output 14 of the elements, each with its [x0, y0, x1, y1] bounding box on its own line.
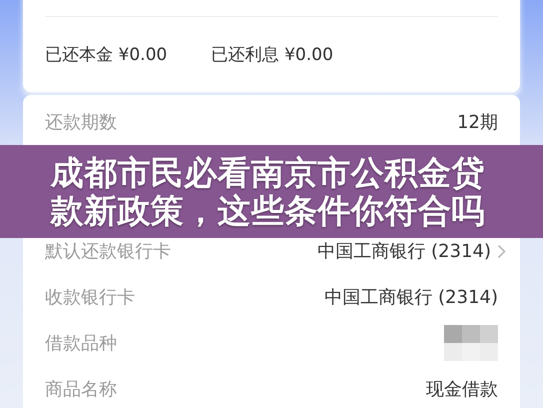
row-label: 还款期数	[45, 111, 117, 134]
repaid-amount: 已还利息 ¥0.00	[211, 44, 334, 66]
article-title: 成都市民必看南京市公积金贷款新政策，这些条件你符合吗	[50, 154, 486, 230]
chevron-right-icon	[497, 244, 506, 258]
row-label: 借款品种	[45, 332, 117, 355]
row-label: 默认还款银行卡	[45, 240, 171, 263]
repaid-amount: 已还本金 ¥0.00	[45, 44, 168, 66]
row-link[interactable]: 中国工商银行 (2314)	[317, 239, 506, 263]
row-label: 收款银行卡	[45, 286, 135, 309]
row-label: 商品名称	[45, 378, 117, 401]
row-value: 现金借款	[426, 378, 498, 401]
row-value: 12期	[457, 111, 498, 134]
blurred-value-icon	[444, 325, 498, 361]
row-value: 中国工商银行 (2314)	[324, 286, 498, 309]
